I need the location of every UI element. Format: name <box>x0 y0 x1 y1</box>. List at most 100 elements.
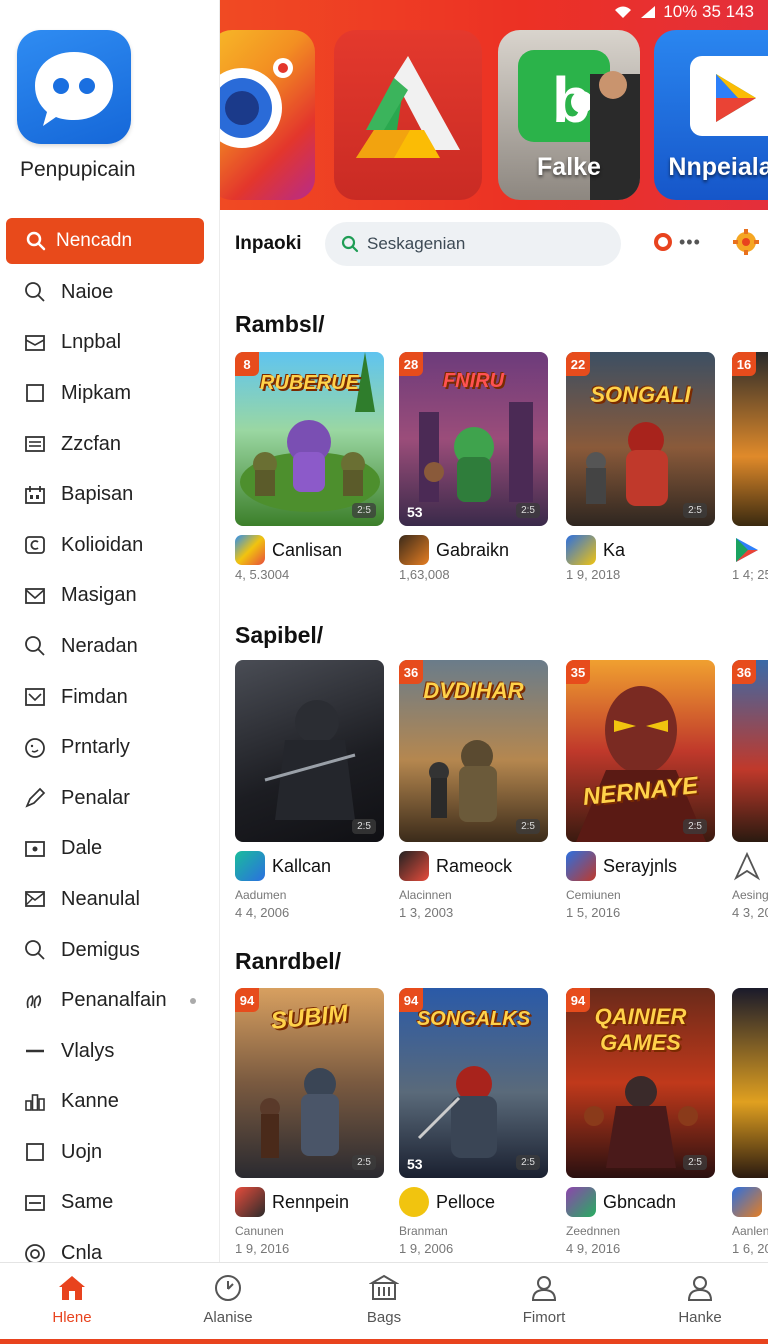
game-publisher: Cemiunen <box>566 888 621 902</box>
sidebar-item[interactable]: Lnpbal <box>0 318 220 369</box>
sidebar-item[interactable]: Mipkam <box>0 368 220 419</box>
duration-tag: 2:5 <box>683 819 707 834</box>
app-icon <box>235 851 265 881</box>
sidebar-item[interactable]: Penanalfain <box>0 975 220 1026</box>
game-card[interactable]: FNIRU 28 53 2:5 Gabraikn 1,63,008 <box>399 352 548 582</box>
game-card[interactable]: 2:5 Kallcan Aadumen 4 4, 2006 <box>235 660 384 920</box>
game-publisher: Canunen <box>235 1224 284 1238</box>
gear-icon[interactable] <box>732 228 760 256</box>
sidebar-item-active[interactable]: Nencadn <box>6 218 204 264</box>
app-icon <box>399 851 429 881</box>
sidebar-item[interactable]: Same <box>0 1178 220 1229</box>
clock-icon <box>215 1275 241 1301</box>
rank-badge: 36 <box>732 660 756 684</box>
sidebar-item[interactable]: Zzcfan <box>0 419 220 470</box>
game-card[interactable]: RUBERUE 8 2:5 Canlisan 4, 5.3004 <box>235 352 384 582</box>
app-icon <box>399 535 429 565</box>
duration-tag: 2:5 <box>352 1155 376 1170</box>
record-icon[interactable] <box>654 233 672 251</box>
nav-alanise[interactable]: Alanise <box>178 1273 278 1326</box>
nav-accent-strip <box>0 1339 768 1344</box>
game-name: Ka <box>603 539 626 560</box>
game-card[interactable]: SONGALI 22 2:5 Ka 1 9, 2018 <box>566 352 715 582</box>
game-stat: 4 4, 2006 <box>235 905 290 920</box>
sidebar-item[interactable]: Kolioidan <box>0 520 220 571</box>
game-thumbnail <box>732 988 768 1178</box>
level-label: 53 <box>407 504 423 520</box>
sidebar-item[interactable]: Masigan <box>0 571 220 622</box>
search-section-label: Inpaoki <box>235 233 302 254</box>
search-bar[interactable] <box>325 222 621 266</box>
sidebar-item[interactable]: Bapisan <box>0 469 220 520</box>
camera-icon <box>24 838 46 860</box>
nav-hanke[interactable]: Hanke <box>650 1273 750 1326</box>
more-dots-icon[interactable]: ••• <box>679 233 701 251</box>
banner-tile-play[interactable]: Nnpeialal <box>654 30 768 200</box>
game-stat: 1 9, 2016 <box>235 1241 290 1256</box>
game-name: Rameock <box>436 855 513 876</box>
sidebar-list: Naioe Lnpbal Mipkam Zzcfan Bapisan Kolio… <box>0 267 220 1279</box>
game-art-title: SONGALI <box>590 382 691 407</box>
nav-home[interactable]: Hlene <box>22 1273 122 1326</box>
minus-icon <box>24 1040 46 1062</box>
sidebar-item-label: Demigus <box>61 938 140 961</box>
game-card[interactable]: 36 Aesing 4 3, 20 <box>732 660 768 920</box>
split-icon <box>24 1192 46 1214</box>
section-title: Sapibel/ <box>235 622 324 648</box>
search-icon <box>26 231 46 251</box>
sidebar-item[interactable]: Prntarly <box>0 722 220 773</box>
sidebar-item[interactable]: Demigus <box>0 925 220 976</box>
sidebar-item[interactable]: Uojn <box>0 1127 220 1178</box>
sidebar-item[interactable]: Naioe <box>0 267 220 318</box>
game-card[interactable]: Aanlen 1 6, 20 <box>732 988 768 1256</box>
duration-tag: 2:5 <box>352 503 376 518</box>
rank-badge: 94 <box>566 988 590 1012</box>
featured-banner: 10% 35 143 Falke Nnpeiala <box>220 0 768 210</box>
game-stat: 4 3, 20 <box>732 905 768 920</box>
unread-dot <box>190 997 196 1004</box>
banner-tile-drive[interactable] <box>334 30 482 200</box>
game-stat: 1 9, 2018 <box>566 567 621 582</box>
duration-tag: 2:5 <box>516 503 540 518</box>
sidebar-item[interactable]: Penalar <box>0 773 220 824</box>
arrow-icon <box>733 851 761 881</box>
sidebar-item-label: Vlalys <box>61 1039 115 1062</box>
sidebar-item-label: Lnpbal <box>61 331 122 354</box>
banner-tile-falke[interactable]: b Falke <box>498 30 640 200</box>
game-stat: 4 9, 2016 <box>566 1241 621 1256</box>
sidebar-item[interactable]: Vlalys <box>0 1026 220 1077</box>
sidebar-item[interactable]: Neradan <box>0 621 220 672</box>
sidebar-item[interactable]: Dale <box>0 824 220 875</box>
game-card[interactable]: QAINIER GAMES 94 2:5 Gbncadn Zeednnen 4 … <box>566 988 715 1256</box>
sidebar-item-label: Mipkam <box>61 381 132 404</box>
app-icon <box>566 535 596 565</box>
sidebar-item-label: Kolioidan <box>61 533 144 556</box>
game-card[interactable]: NERNAYE 35 2:5 Serayjnls Cemiunen 1 5, 2… <box>566 660 715 920</box>
duration-tag: 2:5 <box>683 503 707 518</box>
drive-app-icon <box>356 56 460 158</box>
inbox-icon <box>24 686 46 708</box>
section-title: Rambsl/ <box>235 311 325 337</box>
nav-bags[interactable]: Bags <box>334 1273 434 1326</box>
app-icon <box>235 535 265 565</box>
game-card[interactable]: SUBIM 94 2:5 Rennpein Canunen 1 9, 2016 <box>235 988 384 1256</box>
nav-label: Hanke <box>678 1309 722 1326</box>
game-publisher: Zeednnen <box>566 1224 621 1238</box>
game-card[interactable]: SONGALKS 94 53 2:5 Pelloce Branman 1 9, … <box>399 988 548 1256</box>
nav-label: Hlene <box>52 1309 92 1326</box>
app-logo[interactable] <box>17 30 131 144</box>
square-icon <box>24 1141 46 1163</box>
game-stat: 1 6, 20 <box>732 1241 768 1256</box>
sidebar-item[interactable]: Neanulal <box>0 874 220 925</box>
nav-fimort[interactable]: Fimort <box>494 1273 594 1326</box>
game-card[interactable]: 16 1 4; 25 <box>732 352 768 582</box>
game-name: Gbncadn <box>603 1191 677 1212</box>
mail-icon <box>24 585 46 607</box>
app-icon <box>566 1187 596 1217</box>
search-input[interactable] <box>367 234 587 254</box>
sidebar-item[interactable]: Kanne <box>0 1077 220 1128</box>
app-icon <box>732 1187 762 1217</box>
sidebar-item[interactable]: Fimdan <box>0 672 220 723</box>
game-card[interactable]: DVDIHAR 36 2:5 Rameock Alacinnen 1 3, 20… <box>399 660 548 920</box>
banner-tile-camera[interactable] <box>220 30 315 200</box>
